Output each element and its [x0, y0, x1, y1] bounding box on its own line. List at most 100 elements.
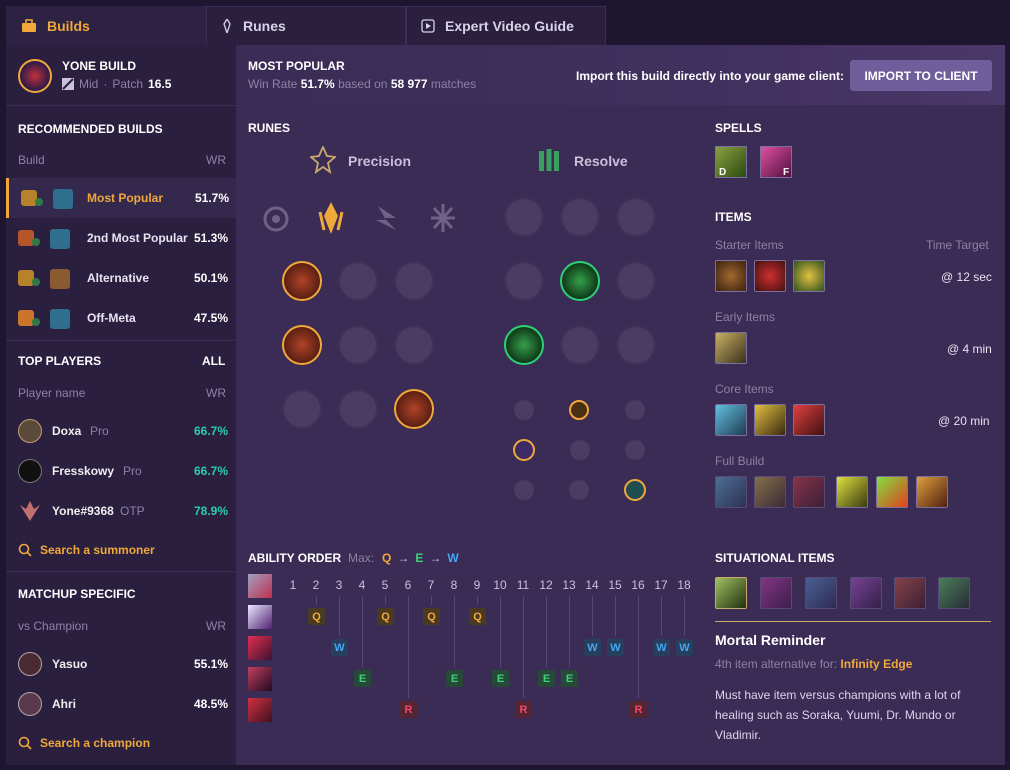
level-guide [385, 596, 386, 605]
player-tag: Pro [123, 464, 142, 478]
shard-tenacity-icon[interactable] [569, 480, 589, 500]
item-core-2-icon[interactable] [754, 404, 786, 436]
shard-move-speed-icon[interactable] [570, 440, 590, 460]
champion-avatar [18, 692, 42, 716]
level-number: 3 [335, 578, 343, 592]
rune-legend-bloodline-icon[interactable] [394, 325, 434, 365]
level-guide [454, 596, 455, 667]
matchup-row[interactable]: Ahri 48.5% [6, 684, 236, 724]
precision-tree-icon [310, 146, 336, 174]
full-build-label: Full Build [715, 454, 765, 468]
health-potion-icon[interactable] [754, 260, 786, 292]
item-core-1-icon[interactable] [715, 404, 747, 436]
build-row-most-popular[interactable]: Most Popular 51.7% [6, 178, 236, 218]
item-icon [53, 189, 73, 209]
build-row-2nd[interactable]: 2nd Most Popular 51.3% [6, 218, 236, 258]
matchup-row[interactable]: Yasuo 55.1% [6, 644, 236, 684]
player-avatar [18, 459, 42, 483]
rune-conditioning-icon[interactable] [560, 325, 600, 365]
import-to-client-button[interactable]: IMPORT TO CLIENT [850, 60, 992, 91]
rune-absorb-life-icon[interactable] [338, 261, 378, 301]
situational-item-6-icon[interactable] [938, 577, 970, 609]
match-count: 58 977 [390, 77, 428, 91]
early-time: @ 4 min [947, 342, 992, 356]
full-item-2-icon[interactable] [754, 476, 786, 508]
shard-health-growth-icon[interactable] [624, 479, 646, 501]
tab-builds[interactable]: Builds [6, 6, 206, 45]
search-champion-link[interactable]: Search a champion [18, 736, 150, 750]
build-name: Most Popular [87, 191, 164, 205]
build-row-off-meta[interactable]: Off-Meta 47.5% [6, 298, 236, 338]
level-guide [500, 596, 501, 667]
search-icon [18, 543, 32, 557]
r-ability-icon [248, 698, 272, 722]
level-number: 10 [493, 578, 507, 592]
situational-item-5-icon[interactable] [894, 577, 926, 609]
core-items-label: Core Items [715, 382, 774, 396]
role-label: Mid [79, 77, 99, 91]
player-row[interactable]: Doxa Pro 66.7% [6, 411, 236, 451]
win-rate-line: Win Rate 51.7% based on 58 977 matches [248, 77, 476, 91]
situational-item-4-icon[interactable] [850, 577, 882, 609]
shard-attack-speed-icon[interactable] [569, 400, 589, 420]
situational-item-2-icon[interactable] [760, 577, 792, 609]
level-guide [408, 596, 409, 698]
shard-adaptive-icon[interactable] [514, 400, 534, 420]
item-core-3-icon[interactable] [793, 404, 825, 436]
doran-shield-icon[interactable] [715, 260, 747, 292]
rune-cut-down-icon[interactable] [338, 389, 378, 429]
shard-health-scaling-icon[interactable] [625, 440, 645, 460]
shard-adaptive-force-icon[interactable] [513, 439, 535, 461]
full-item-3-icon[interactable] [793, 476, 825, 508]
search-champion-label: Search a champion [40, 736, 151, 750]
rune-guardian-icon[interactable] [616, 197, 656, 237]
level-guide [661, 596, 662, 636]
rune-overgrowth-icon[interactable] [616, 325, 656, 365]
full-item-5-icon[interactable] [876, 476, 908, 508]
stealth-ward-icon[interactable] [793, 260, 825, 292]
top-players-all-link[interactable]: ALL [202, 354, 225, 368]
rune-second-wind-icon[interactable] [560, 261, 600, 301]
tab-video-guide[interactable]: Expert Video Guide [406, 6, 606, 45]
wr-value: 51.7% [300, 77, 335, 91]
build-row-alternative[interactable]: Alternative 50.1% [6, 258, 236, 298]
player-row[interactable]: Fresskowy Pro 66.7% [6, 451, 236, 491]
berserker-greaves-icon[interactable] [715, 332, 747, 364]
tab-runes[interactable]: Runes [206, 6, 406, 45]
rune-conqueror-icon[interactable] [428, 202, 458, 234]
rune-demolish-icon[interactable] [504, 261, 544, 301]
rune-grasp-icon[interactable] [504, 197, 544, 237]
full-item-6-icon[interactable] [916, 476, 948, 508]
spells-title: SPELLS [715, 121, 762, 135]
based-on: based on [338, 77, 388, 91]
level-number: 12 [539, 578, 553, 592]
skill-point-w-level-3: W [331, 639, 348, 656]
rune-fleet-footwork-icon[interactable] [372, 202, 402, 234]
skill-point-e-level-4: E [354, 670, 371, 687]
level-number: 2 [312, 578, 320, 592]
full-item-1-icon[interactable] [715, 476, 747, 508]
rune-bone-plating-icon[interactable] [504, 325, 544, 365]
rune-coup-de-grace-icon[interactable] [282, 389, 322, 429]
builds-icon [22, 19, 36, 32]
rune-aftershock-icon[interactable] [560, 197, 600, 237]
situational-item-3-icon[interactable] [805, 577, 837, 609]
patch-value: 16.5 [148, 77, 172, 91]
rune-last-stand-icon[interactable] [394, 389, 434, 429]
rune-presence-of-mind-icon[interactable] [394, 261, 434, 301]
full-item-4-icon[interactable] [836, 476, 868, 508]
rune-shield-bash-icon[interactable] [616, 261, 656, 301]
mortal-reminder-icon[interactable] [715, 577, 747, 609]
level-number: 18 [677, 578, 691, 592]
rune-legend-haste-icon[interactable] [338, 325, 378, 365]
player-row[interactable]: Yone#9368 OTP 78.9% [6, 491, 236, 531]
player-name: Yone#9368 [52, 504, 114, 518]
runes-icon [223, 19, 231, 33]
shard-health-icon[interactable] [514, 480, 534, 500]
rune-lethal-tempo-icon[interactable] [316, 200, 346, 236]
rune-legend-alacrity-icon[interactable] [282, 325, 322, 365]
rune-press-the-attack-icon[interactable] [261, 204, 291, 234]
rune-triumph-icon[interactable] [282, 261, 322, 301]
shard-ability-haste-icon[interactable] [625, 400, 645, 420]
search-summoner-link[interactable]: Search a summoner [18, 543, 155, 557]
